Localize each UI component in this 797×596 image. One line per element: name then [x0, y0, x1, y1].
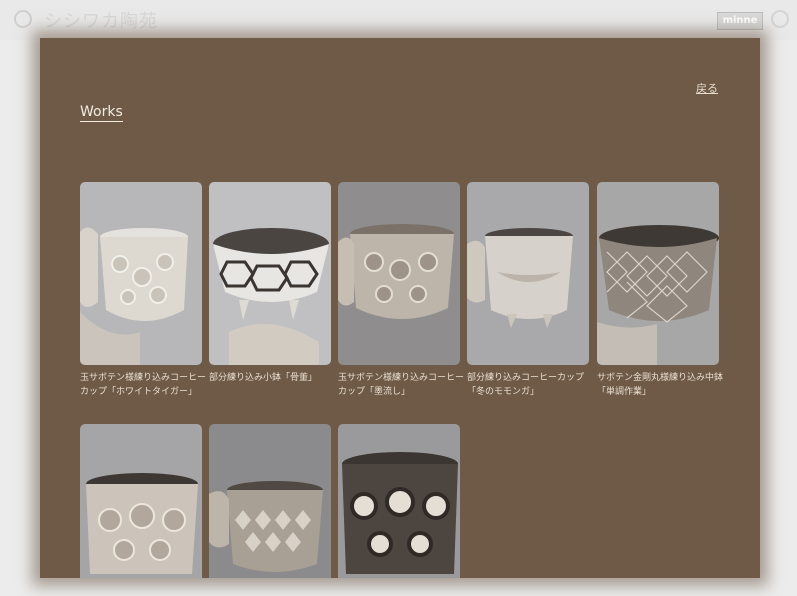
work-card-6[interactable] [80, 424, 202, 578]
work-card-1[interactable]: 玉サボテン様練り込みコーヒーカップ「ホワイトタイガー」 [80, 182, 206, 399]
work-image-7[interactable] [209, 424, 331, 578]
work-caption[interactable]: サボテン金剛丸様練り込み中鉢「単調作業」 [597, 371, 723, 399]
work-card-3[interactable]: 玉サボテン様練り込みコーヒーカップ「墨流し」 [338, 182, 464, 399]
work-card-5[interactable]: サボテン金剛丸様練り込み中鉢「単調作業」 [597, 182, 723, 399]
work-card-2[interactable]: 部分練り込み小鉢「骨董」 [209, 182, 331, 385]
work-caption[interactable]: 玉サボテン様練り込みコーヒーカップ「墨流し」 [338, 371, 464, 399]
back-link[interactable]: 戻る [696, 80, 718, 96]
works-heading: Works [80, 104, 123, 122]
work-caption[interactable]: 部分練り込み小鉢「骨董」 [209, 371, 335, 385]
work-card-4[interactable]: 部分練り込みコーヒーカップ「冬のモモンガ」 [467, 182, 589, 399]
page: シシワカ陶苑 minne 戻る Works 玉サボテン様練り込みコーヒーカップ「… [0, 0, 797, 596]
work-image-kongomaru-bowl[interactable] [597, 182, 719, 365]
work-caption[interactable]: 部分練り込みコーヒーカップ「冬のモモンガ」 [467, 371, 593, 399]
work-caption[interactable]: 玉サボテン様練り込みコーヒーカップ「ホワイトタイガー」 [80, 371, 206, 399]
work-card-7[interactable] [209, 424, 331, 578]
work-image-momonga-cup[interactable] [467, 182, 589, 365]
work-card-8[interactable] [338, 424, 460, 578]
work-image-suminagashi-cup[interactable] [338, 182, 460, 365]
work-image-6[interactable] [80, 424, 202, 578]
work-image-white-tiger-cup[interactable] [80, 182, 202, 365]
menu-circle-icon[interactable] [771, 10, 789, 28]
works-modal: 戻る Works 玉サボテン様練り込みコーヒーカップ「ホワイトタイガー」 部分練… [40, 38, 760, 578]
minne-badge[interactable]: minne [717, 12, 763, 30]
site-header: シシワカ陶苑 minne [0, 0, 797, 40]
work-image-kotto-bowl[interactable] [209, 182, 331, 365]
work-image-8[interactable] [338, 424, 460, 578]
site-title[interactable]: シシワカ陶苑 [44, 7, 158, 33]
site-logo-icon[interactable] [14, 10, 32, 28]
